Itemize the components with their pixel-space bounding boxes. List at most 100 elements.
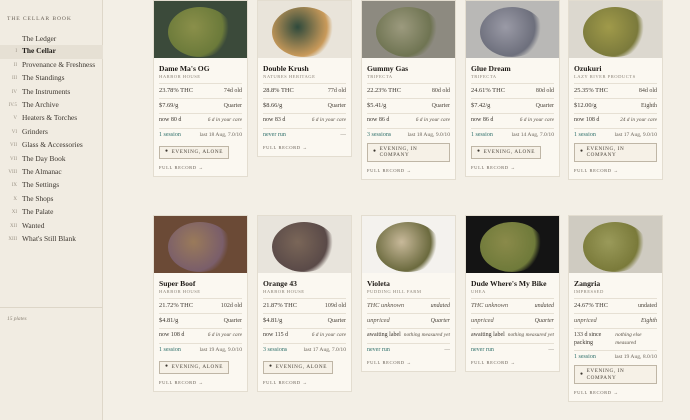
full-record-link[interactable]: FULL RECORD → bbox=[159, 380, 242, 385]
sidebar-item-6[interactable]: V Heaters & Torches bbox=[0, 112, 103, 125]
sidebar-item-label: The Instruments bbox=[22, 86, 71, 96]
price-value: $4.81/g bbox=[263, 317, 283, 324]
price-value: $12.00/g bbox=[574, 102, 597, 109]
full-record-link[interactable]: FULL RECORD → bbox=[263, 380, 346, 385]
sidebar-item-number: XI bbox=[11, 210, 17, 216]
status-note: nothing measured yet bbox=[507, 332, 554, 338]
strain-card[interactable]: Zangria IMPRESSED 24.67% THC undated unprice… bbox=[568, 215, 663, 403]
status-note: 6 d in your care bbox=[415, 117, 450, 123]
sidebar-item-12[interactable]: X The Shops bbox=[0, 193, 103, 206]
occasion-tag[interactable]: ● EVENING, IN COMPANY bbox=[574, 142, 657, 162]
full-record-link[interactable]: FULL RECORD → bbox=[574, 390, 657, 395]
strain-card[interactable]: Ozukuri LAZY RIVER PRODUCTS 25.35% THC 84d … bbox=[568, 0, 663, 180]
tag-dot-icon: ● bbox=[269, 364, 273, 369]
price-row: $5.41/g Quarter bbox=[367, 102, 450, 110]
strain-card[interactable]: Orange 43 HARBOR HOUSE 21.87% THC 109d old $… bbox=[257, 215, 352, 392]
session-link[interactable]: never run bbox=[471, 347, 494, 355]
strain-card[interactable]: Dude Where's My Bike UHEA THC unknown undat… bbox=[465, 215, 560, 372]
strain-card[interactable]: Gummy Gas TRIFECTA 22.23% THC 80d old $5.41/… bbox=[361, 0, 456, 180]
sidebar-item-label: What's Still Blank bbox=[22, 234, 76, 244]
sidebar-item-number: IX bbox=[11, 183, 17, 189]
strain-card[interactable]: Dame Ma's OG HARBOR HOUSE 23.78% THC 74d ol… bbox=[153, 0, 248, 177]
session-row: 1 session last 19 Aug, 9.0/10 bbox=[159, 347, 242, 355]
divider bbox=[471, 342, 554, 344]
thc-value: 24.67% THC bbox=[574, 302, 608, 309]
divider bbox=[367, 342, 450, 344]
sidebar-item-3[interactable]: III The Standings bbox=[0, 72, 103, 85]
sidebar-item-number: VII bbox=[10, 156, 17, 162]
sidebar-item-label: Provenance & Freshness bbox=[22, 59, 96, 69]
session-note: last 19 Aug, 9.0/10 bbox=[199, 346, 242, 353]
divider bbox=[471, 313, 554, 314]
status-value: now 108 d bbox=[159, 332, 185, 338]
sidebar-item-4[interactable]: IV The Instruments bbox=[0, 86, 103, 99]
status-note: nothing measured yet bbox=[403, 332, 450, 338]
strain-card[interactable]: Double Krush NATURES HERITAGE 28.8% THC 77d… bbox=[257, 0, 352, 157]
strain-card[interactable]: Violeta PUDDING HILL FARM THC unknown undat… bbox=[361, 215, 456, 372]
occasion-tag[interactable]: ● EVENING, IN COMPANY bbox=[574, 365, 657, 385]
tag-dot-icon: ● bbox=[165, 149, 169, 154]
full-record-link[interactable]: FULL RECORD → bbox=[367, 360, 450, 365]
price-row: $12.00/g Eighth bbox=[574, 102, 657, 110]
status-value: now 86 d bbox=[471, 117, 494, 123]
sidebar-item-7[interactable]: VI Grinders bbox=[0, 126, 103, 139]
sidebar-item-13[interactable]: XI The Palate bbox=[0, 206, 103, 219]
strain-maker: UHEA bbox=[471, 289, 486, 294]
session-link[interactable]: never run bbox=[263, 132, 286, 140]
sidebar-item-14[interactable]: XII Wanted bbox=[0, 220, 103, 233]
sidebar-item-11[interactable]: IX The Settings bbox=[0, 179, 103, 192]
session-note: — bbox=[548, 346, 554, 353]
sidebar-item-2[interactable]: II Provenance & Freshness bbox=[0, 59, 103, 72]
full-record-link[interactable]: FULL RECORD → bbox=[263, 145, 346, 150]
sidebar-item-10[interactable]: VIII The Almanac bbox=[0, 166, 103, 179]
session-link[interactable]: 1 session bbox=[471, 132, 493, 140]
session-link[interactable]: 1 session bbox=[574, 132, 596, 140]
strain-card[interactable]: Super Boof HARBOR HOUSE 21.72% THC 102d old… bbox=[153, 215, 248, 392]
price-value: $7.69/g bbox=[159, 102, 179, 109]
session-link[interactable]: 1 session bbox=[159, 347, 181, 355]
full-record-link[interactable]: FULL RECORD → bbox=[574, 168, 657, 173]
sidebar-item-9[interactable]: VII The Day Book bbox=[0, 153, 103, 166]
session-note: last 18 Aug, 7.0/10 bbox=[199, 131, 242, 138]
sidebar-item-8[interactable]: VII Glass & Accessories bbox=[0, 139, 103, 152]
occasion-tag[interactable]: ● EVENING, ALONE bbox=[159, 146, 229, 159]
tag-label: EVENING, IN COMPANY bbox=[586, 145, 625, 159]
session-note: — bbox=[444, 346, 450, 353]
session-link[interactable]: 3 sessions bbox=[263, 347, 287, 355]
strain-photo bbox=[362, 1, 455, 58]
tag-label: EVENING, IN COMPANY bbox=[379, 145, 418, 159]
sidebar-item-label: The Archive bbox=[22, 100, 59, 110]
sidebar-item-5[interactable]: IV.5 The Archive bbox=[0, 99, 103, 112]
sidebar-item-label: The Shops bbox=[22, 193, 54, 203]
sidebar-item-label: Heaters & Torches bbox=[22, 113, 78, 123]
session-link[interactable]: never run bbox=[367, 347, 390, 355]
session-row: 3 sessions last 18 Aug, 9.0/10 bbox=[367, 132, 450, 140]
session-link[interactable]: 1 session bbox=[159, 132, 181, 140]
full-record-link[interactable]: FULL RECORD → bbox=[471, 165, 554, 170]
strain-title: Violeta bbox=[367, 279, 390, 288]
sidebar-item-0[interactable]: The Ledger bbox=[0, 33, 103, 45]
session-link[interactable]: 3 sessions bbox=[367, 132, 391, 140]
price-value: unpriced bbox=[574, 317, 597, 324]
full-record-link[interactable]: FULL RECORD → bbox=[159, 165, 242, 170]
occasion-tag[interactable]: ● EVENING, IN COMPANY bbox=[367, 142, 450, 162]
sidebar-item-15[interactable]: XIII What's Still Blank bbox=[0, 233, 103, 246]
divider bbox=[263, 298, 346, 299]
strain-photo bbox=[569, 216, 662, 273]
occasion-tag[interactable]: ● EVENING, ALONE bbox=[263, 361, 333, 374]
sidebar-item-label: The Ledger bbox=[22, 34, 57, 43]
full-record-link[interactable]: FULL RECORD → bbox=[367, 168, 450, 173]
strain-card[interactable]: Glue Dream TRIFECTA 24.61% THC 80d old $7.42… bbox=[465, 0, 560, 177]
thc-row: 21.87% THC 109d old bbox=[263, 302, 346, 310]
sidebar-item-label: The Cellar bbox=[22, 46, 56, 56]
strain-photo bbox=[466, 216, 559, 273]
occasion-tag[interactable]: ● EVENING, ALONE bbox=[471, 146, 541, 159]
sidebar-item-1[interactable]: I The Cellar bbox=[0, 45, 103, 59]
sidebar: THE CELLAR BOOK The Ledger I The Cellar II P… bbox=[0, 0, 103, 420]
occasion-tag[interactable]: ● EVENING, ALONE bbox=[159, 361, 229, 374]
strain-title: Orange 43 bbox=[263, 279, 297, 288]
age-value: 84d old bbox=[638, 88, 657, 94]
divider bbox=[367, 98, 450, 99]
full-record-link[interactable]: FULL RECORD → bbox=[471, 360, 554, 365]
session-link[interactable]: 1 session bbox=[574, 354, 596, 362]
